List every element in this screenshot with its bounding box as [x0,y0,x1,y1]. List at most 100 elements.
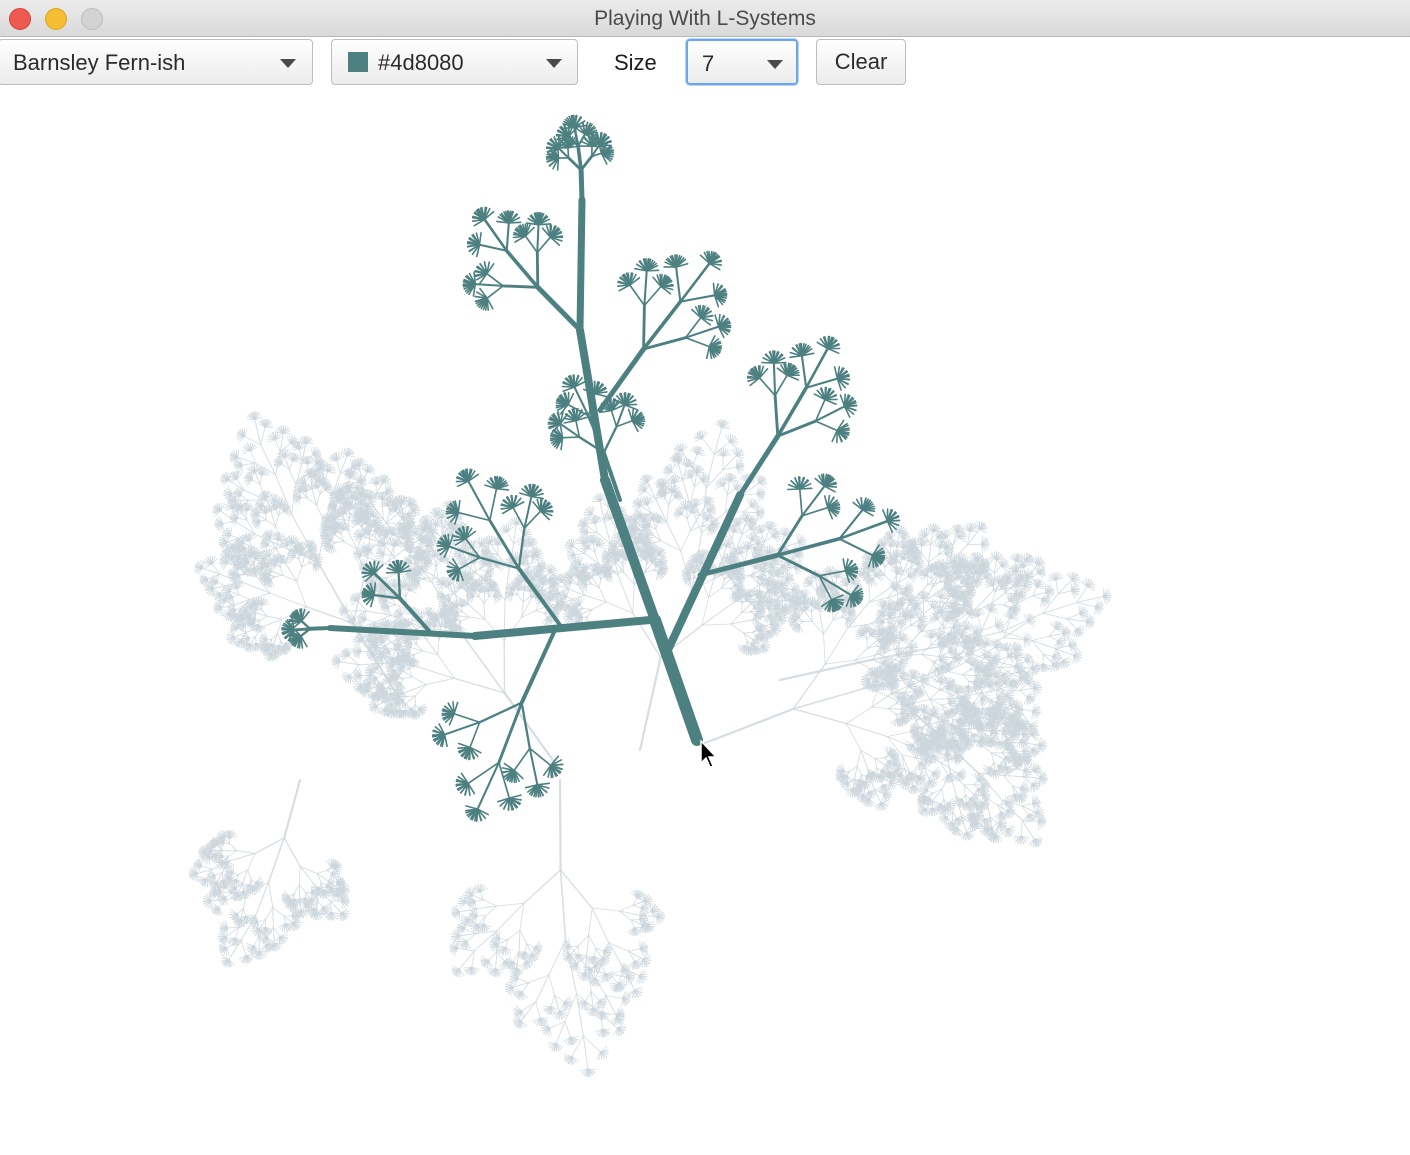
branch-segment [567,597,573,599]
branch-segment [389,605,396,607]
branch-segment [686,573,694,574]
branch-segment [686,509,687,519]
branch-segment [633,585,635,614]
branch-segment [385,588,386,596]
chevron-down-icon [280,59,296,68]
window-title: Playing With L-Systems [0,7,1410,31]
branch-segment [587,584,592,585]
title-bar: Playing With L-Systems [0,0,1410,37]
branch-segment [703,583,709,598]
branch-segment [681,531,691,551]
branch-segment [366,619,375,622]
branch-segment [730,586,734,588]
branch-segment [611,574,612,582]
branch-segment [727,547,735,549]
branch-segment [615,572,624,573]
branch-segment [640,657,661,750]
branch-segment [648,483,657,500]
branch-segment [752,632,756,635]
branch-segment [691,478,694,487]
branch-segment [723,486,727,495]
branch-segment [358,601,367,611]
l-system-select[interactable]: Barnsley Fern-ish [0,39,313,85]
branch-segment [658,523,666,524]
branch-segment [603,569,611,570]
branch-segment [743,512,757,513]
branch-segment [587,617,588,622]
branch-segment [715,575,723,577]
branch-segment [653,570,658,572]
branch-segment [640,483,648,485]
branch-segment [731,624,744,633]
branch-segment [764,625,771,626]
branch-segment [573,546,585,553]
branch-segment [567,589,569,597]
branch-segment [436,526,444,527]
branch-segment [595,546,598,552]
size-select[interactable]: 7 [686,39,798,85]
branch-segment [697,454,705,455]
branch-segment [409,591,417,593]
branch-segment [580,605,584,608]
branch-segment [592,602,606,609]
branch-segment [581,556,583,564]
chevron-down-icon [546,59,562,68]
branch-segment [743,494,757,495]
branch-segment [702,526,709,528]
toolbar: Barnsley Fern-ish #4d8080 Size 7 Clear [0,37,1410,89]
branch-segment [695,439,703,442]
branch-segment [559,597,567,598]
branch-segment [656,523,658,530]
branch-segment [367,497,384,519]
color-swatch [348,52,368,72]
branch-segment [367,611,392,615]
branch-segment [599,579,600,588]
branch-segment [703,439,715,454]
branch-segment [683,467,687,480]
branch-segment [722,428,730,429]
branch-segment [667,522,681,551]
branch-segment [597,546,605,549]
branch-segment [725,495,727,512]
branch-segment [584,609,593,610]
branch-segment [719,551,722,560]
ghost-plants [189,412,1111,1077]
branch-segment [738,645,746,646]
branch-segment [732,533,734,540]
color-select[interactable]: #4d8080 [331,39,578,85]
branch-segment [746,641,747,646]
branch-segment [702,624,731,625]
size-select-value: 7 [702,51,714,77]
branch-segment [384,546,385,554]
color-select-value: #4d8080 [378,50,464,76]
l-system-drawing [0,89,1410,1150]
branch-segment [647,497,648,505]
branch-segment [664,496,668,505]
branch-segment [742,604,751,613]
branch-segment [743,506,751,512]
branch-segment [716,486,724,489]
branch-segment [672,464,675,472]
branch-segment [796,556,802,562]
branch-segment [583,617,588,618]
branch-segment [667,505,669,522]
branch-segment [687,519,690,531]
chevron-down-icon [767,60,783,69]
clear-button[interactable]: Clear [816,39,906,85]
branch-segment [687,513,690,519]
branch-segment [744,632,753,633]
branch-segment [709,576,715,598]
branch-segment [691,578,696,579]
branch-segment [370,544,371,552]
branch-segment [406,591,409,597]
branch-segment [683,480,690,504]
l-system-select-value: Barnsley Fern-ish [13,50,185,76]
size-label: Size [614,50,657,76]
branch-segment [604,520,611,544]
branch-segment [754,614,762,615]
branch-segment [769,529,777,531]
drawing-canvas[interactable] [0,89,1410,1150]
branch-segment [683,478,691,480]
branch-segment [722,575,724,579]
branch-segment [394,546,395,556]
